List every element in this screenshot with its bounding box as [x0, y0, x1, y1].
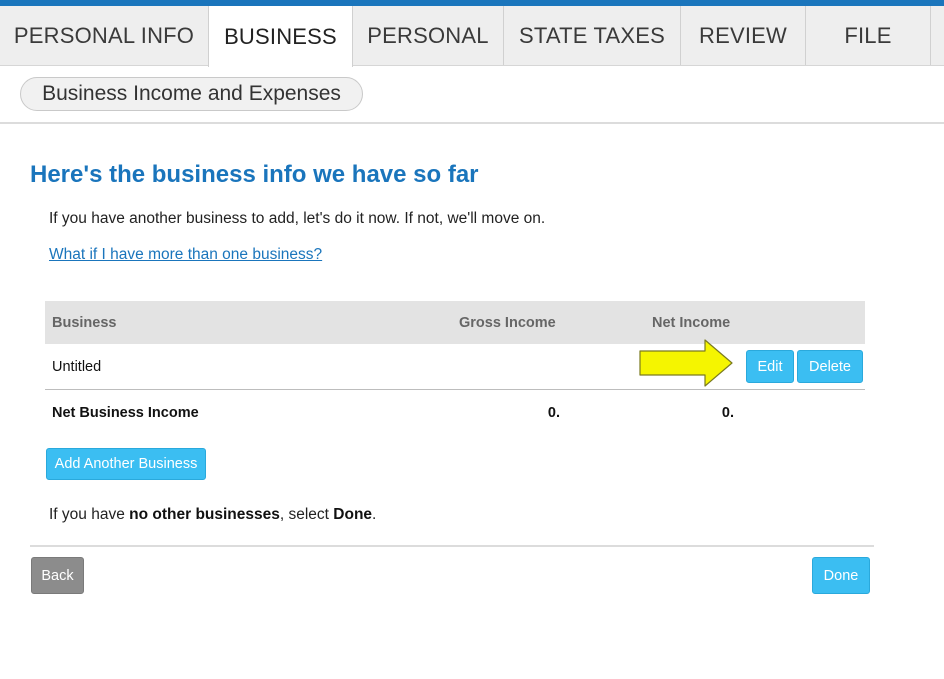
tab-personal[interactable]: PERSONAL [353, 6, 504, 65]
header-business: Business [52, 315, 117, 331]
total-label: Net Business Income [52, 405, 199, 421]
header-gross-income: Gross Income [459, 315, 556, 331]
subnav-pill-business-income[interactable]: Business Income and Expenses [20, 77, 363, 111]
tab-review[interactable]: REVIEW [681, 6, 806, 65]
footer-divider [30, 545, 874, 547]
note-prefix: If you have [49, 506, 130, 523]
table-total-row: Net Business Income 0. 0. [45, 390, 865, 435]
intro-text: If you have another business to add, let… [49, 210, 546, 227]
tab-business[interactable]: BUSINESS [208, 6, 353, 67]
main-tab-bar: PERSONAL INFO BUSINESS PERSONAL STATE TA… [0, 6, 944, 67]
tab-personal-info[interactable]: PERSONAL INFO [0, 6, 209, 65]
tab-state-taxes[interactable]: STATE TAXES [504, 6, 681, 65]
sub-navigation: Business Income and Expenses [0, 66, 944, 124]
help-link-more-than-one-business[interactable]: What if I have more than one business? [49, 246, 322, 264]
note-suffix: . [372, 506, 377, 523]
note-middle: , select [279, 506, 334, 523]
note-emphasis-1: no other businesses [129, 506, 280, 523]
delete-button[interactable]: Delete [797, 350, 863, 383]
edit-button[interactable]: Edit [746, 350, 794, 383]
back-button[interactable]: Back [31, 557, 84, 594]
page-title: Here's the business info we have so far [30, 161, 479, 188]
done-button[interactable]: Done [812, 557, 870, 594]
note-emphasis-2: Done [333, 506, 373, 523]
total-net-income: 0. [721, 405, 734, 421]
tab-file[interactable]: FILE [806, 6, 931, 65]
table-row: Untitled Edit Delete [45, 344, 865, 390]
yellow-arrow-icon [639, 339, 733, 387]
add-another-business-button[interactable]: Add Another Business [46, 448, 206, 480]
table-header: Business Gross Income Net Income [45, 301, 865, 344]
done-instruction: If you have no other businesses, select … [49, 506, 376, 524]
header-net-income: Net Income [652, 315, 731, 331]
total-gross-income: 0. [547, 405, 560, 421]
business-name-cell: Untitled [52, 359, 102, 375]
